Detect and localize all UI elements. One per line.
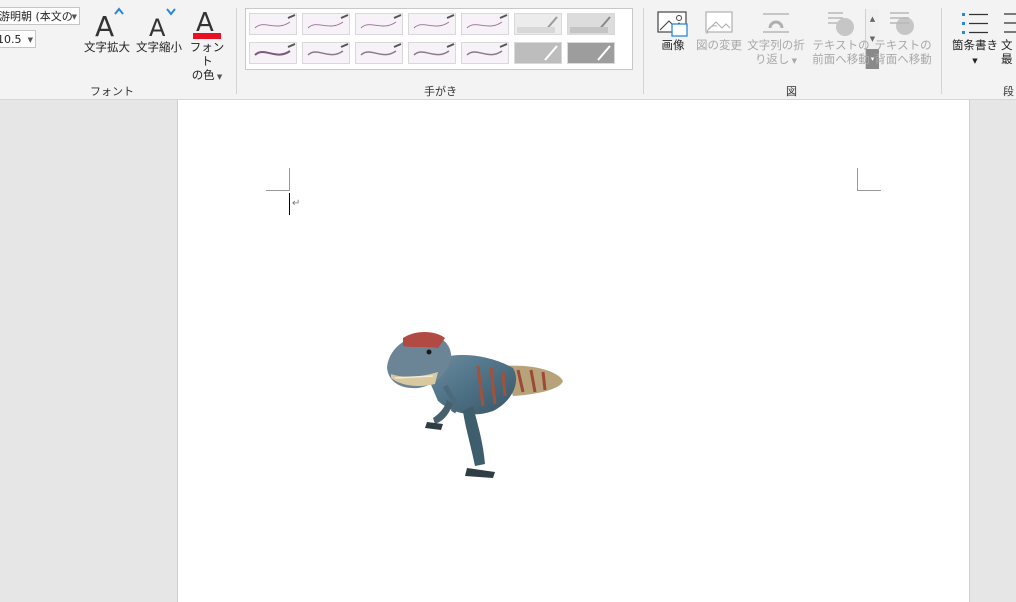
wrap-text-button[interactable]: 文字列の折 り返し ▼ [744, 10, 808, 68]
chevron-down-icon: ▼ [71, 13, 77, 21]
pen-stroke-icon [413, 43, 455, 56]
font-size-combo[interactable]: 10.5 ▼ [0, 30, 36, 48]
bring-forward-icon [828, 12, 854, 36]
change-picture-label: 図の変更 [696, 38, 742, 52]
shrink-font-label: 文字縮小 [136, 40, 182, 54]
crop-mark-top-right [857, 168, 858, 190]
paragraph-group-label: 段 [1003, 85, 1014, 98]
highlighter-medium[interactable] [514, 42, 562, 64]
ink-group-label: 手がき [424, 85, 457, 98]
highlighter-dark[interactable] [567, 42, 615, 64]
chevron-down-icon: ▼ [27, 36, 33, 44]
pen-stroke-icon [466, 14, 508, 29]
highlighter-light-2[interactable] [567, 13, 615, 35]
font-color-button[interactable]: A フォント の色 ▼ [186, 4, 228, 84]
pen-thin-3[interactable] [355, 13, 403, 35]
insert-image-button[interactable]: 画像 [654, 10, 692, 52]
bring-forward-label-2: 前面へ移動 [812, 52, 870, 66]
pen-medium-1[interactable] [249, 42, 297, 64]
change-picture-button[interactable]: 図の変更 [695, 10, 743, 52]
paragraph-next-label-2: 最 [1001, 52, 1013, 66]
paragraph-next-button[interactable]: 文 最 [1001, 10, 1016, 66]
font-size-value: 10.5 [0, 33, 22, 46]
wrap-text-label-2: り返し [754, 52, 790, 66]
pen-medium-2[interactable] [302, 42, 350, 64]
pen-stroke-icon [360, 43, 402, 56]
pen-stroke-icon [466, 43, 508, 56]
highlighter-icon [517, 16, 558, 33]
grow-font-label: 文字拡大 [84, 40, 130, 54]
chevron-down-icon: ▼ [972, 57, 978, 65]
svg-text:A: A [149, 14, 166, 40]
bullet-list-icon [962, 13, 988, 34]
crop-mark-top-left [266, 190, 290, 191]
highlighter-icon [544, 45, 558, 61]
paragraph-next-label-1: 文 [1001, 38, 1013, 52]
font-name-value: 游明朝 (本文の [0, 10, 73, 23]
pen-medium-3[interactable] [355, 42, 403, 64]
font-group-label: フォント [90, 85, 134, 98]
chevron-down-icon: ▼ [789, 57, 798, 65]
bullets-button[interactable]: 箇条書き ▼ [950, 10, 1000, 68]
pen-thin-2[interactable] [302, 13, 350, 35]
shrink-font-icon: A [149, 8, 176, 40]
svg-text:A: A [95, 10, 114, 40]
pen-stroke-icon [413, 14, 455, 29]
pen-thin-5[interactable] [461, 13, 509, 35]
wrap-text-icon [763, 13, 789, 33]
pen-stroke-icon [307, 43, 349, 56]
text-cursor [289, 193, 290, 215]
list-icon [1004, 13, 1016, 33]
bullets-label: 箇条書き [952, 38, 998, 52]
pen-medium-4[interactable] [408, 42, 456, 64]
image-icon [657, 11, 688, 37]
pen-stroke-icon [254, 43, 296, 56]
crop-mark-top-left [289, 168, 290, 190]
font-color-label-2: の色 [191, 68, 215, 82]
dinosaur-image[interactable] [383, 326, 573, 486]
insert-image-label: 画像 [661, 38, 685, 52]
bring-forward-button[interactable]: テキストの 前面へ移動 [810, 10, 872, 66]
grow-font-icon: A [95, 7, 124, 40]
grow-font-button[interactable]: A 文字拡大 [82, 4, 132, 54]
shrink-font-button[interactable]: A 文字縮小 [134, 4, 184, 54]
paragraph-mark: ↵ [292, 198, 301, 209]
chevron-down-icon: ▼ [214, 73, 223, 81]
pen-gallery[interactable]: ▲ ▼ ▾ [245, 8, 879, 70]
bring-forward-label-1: テキストの [812, 38, 870, 52]
group-separator [236, 8, 237, 94]
font-color-icon: A [193, 8, 221, 39]
pen-stroke-icon [254, 14, 296, 29]
send-backward-icon [890, 12, 914, 35]
pen-thin-1[interactable] [249, 13, 297, 35]
send-backward-button[interactable]: テキストの 背面へ移動 [872, 10, 934, 66]
send-backward-label-1: テキストの [874, 38, 932, 52]
highlighter-light-1[interactable] [514, 13, 562, 35]
document-page[interactable]: ↵ [177, 100, 970, 602]
pen-medium-5[interactable] [461, 42, 509, 64]
ribbon: 游明朝 (本文の ▼ 10.5 ▼ A 文字拡大 A 文字縮小 A フォント の… [0, 0, 1016, 100]
wrap-text-label-1: 文字列の折 [747, 38, 805, 52]
highlighter-icon [570, 16, 611, 33]
group-separator [643, 8, 644, 94]
pen-thin-4[interactable] [408, 13, 456, 35]
group-separator [941, 8, 942, 94]
crop-mark-top-right [857, 190, 881, 191]
pen-stroke-icon [307, 14, 349, 29]
font-name-combo[interactable]: 游明朝 (本文の ▼ [0, 7, 80, 25]
font-color-label-1: フォント [189, 40, 225, 68]
send-backward-label-2: 背面へ移動 [874, 52, 932, 66]
change-picture-icon [705, 11, 733, 35]
pen-stroke-icon [360, 14, 402, 29]
highlighter-icon [597, 45, 611, 61]
picture-group-label: 図 [786, 85, 797, 98]
